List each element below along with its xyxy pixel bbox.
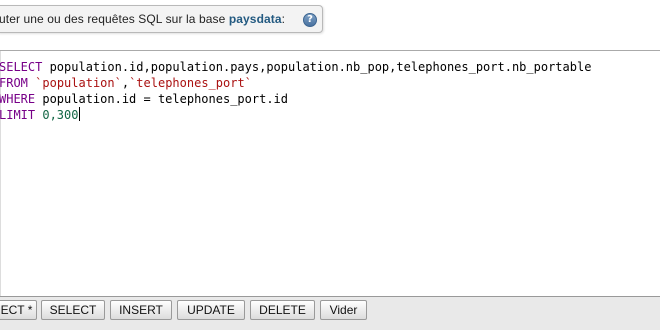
text-cursor	[79, 107, 81, 121]
code-token: SELECT	[0, 60, 43, 74]
sql-code[interactable]: SELECT population.id,population.pays,pop…	[0, 59, 591, 123]
legend-text: uter une ou des requêtes SQL sur la base…	[0, 12, 285, 26]
code-line[interactable]: FROM `population`,`telephones_port`	[0, 75, 591, 91]
delete-button[interactable]: DELETE	[250, 300, 315, 320]
code-token: `telephones_port`	[129, 76, 252, 90]
clear-button[interactable]: Vider	[320, 300, 367, 320]
help-icon[interactable]: ?	[303, 13, 317, 27]
code-token: population.id	[35, 92, 144, 106]
code-token: 0,300	[42, 108, 79, 122]
code-token: LIMIT	[0, 108, 36, 122]
code-token: =	[143, 92, 151, 106]
database-link[interactable]: paysdata	[229, 12, 282, 26]
insert-button[interactable]: INSERT	[110, 300, 172, 320]
code-token: FROM	[0, 76, 28, 90]
code-line[interactable]: WHERE population.id = telephones_port.id	[0, 91, 591, 107]
code-token: population.id,population.pays,population…	[42, 60, 592, 74]
sql-query-editor[interactable]: SELECT population.id,population.pays,pop…	[0, 50, 660, 296]
code-line[interactable]: LIMIT 0,300	[0, 107, 591, 123]
query-buttons-bar: ECT * SELECT INSERT UPDATE DELETE Vider	[0, 296, 660, 330]
code-token: `population`	[35, 76, 122, 90]
code-token: WHERE	[0, 92, 36, 106]
select-star-button[interactable]: ECT *	[0, 300, 37, 320]
code-line[interactable]: SELECT population.id,population.pays,pop…	[0, 59, 591, 75]
code-token: ,	[121, 76, 130, 90]
legend-prefix: uter une ou des requêtes SQL sur la base	[0, 12, 229, 26]
sql-query-legend: uter une ou des requêtes SQL sur la base…	[0, 5, 323, 33]
legend-suffix: :	[281, 12, 286, 26]
code-token: telephones_port.id	[150, 92, 289, 106]
update-button[interactable]: UPDATE	[177, 300, 245, 320]
select-button[interactable]: SELECT	[41, 300, 105, 320]
